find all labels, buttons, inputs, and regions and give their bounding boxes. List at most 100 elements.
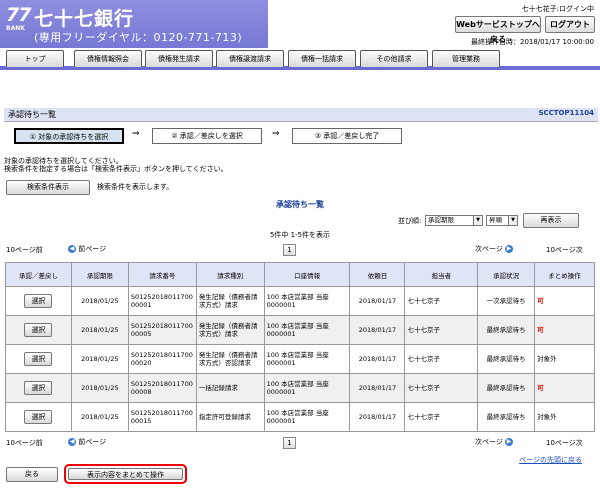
table-row: 選択 2018/01/25 S01252018011700 00008 一括記録… bbox=[5, 373, 595, 403]
col-header: 依頼日 bbox=[349, 262, 406, 287]
main-nav: トップ 債権情報照会 債権発生請求 債権譲渡請求 債権一括請求 その他請求 管理… bbox=[0, 50, 600, 70]
table-row: 選択 2018/01/25 S01252018011700 00001 発生記録… bbox=[5, 286, 595, 316]
web-top-button[interactable]: Webサービストップへ戻る bbox=[455, 16, 541, 44]
page-number-button[interactable]: 1 bbox=[283, 244, 296, 256]
request-type-cell: 発生記録（債務者請求方式）請求 bbox=[195, 315, 265, 345]
col-header: 承認／差戻し bbox=[5, 262, 72, 287]
tab-admin[interactable]: 管理業務 bbox=[432, 50, 500, 67]
request-type-cell: 発生記録（債務者請求方式）請求 bbox=[195, 286, 265, 316]
table-row: 選択 2018/01/25 S01252018011700 00005 発生記録… bbox=[5, 315, 595, 345]
back-button[interactable]: 戻る bbox=[6, 467, 58, 482]
logout-button[interactable]: ログアウト bbox=[545, 16, 595, 33]
select-cell: 選択 bbox=[5, 344, 72, 374]
request-number-cell: S01252018011700 00008 bbox=[127, 373, 197, 403]
next-page-link[interactable]: 次ページ ▶ bbox=[475, 244, 514, 254]
sort-label: 並び順: bbox=[398, 217, 422, 225]
status-cell: 最終承認待ち bbox=[477, 315, 536, 345]
prev-page-link[interactable]: ◀ 前ページ bbox=[68, 244, 106, 254]
deadline-cell: 2018/01/25 bbox=[70, 286, 129, 316]
list-title: 承認待ち一覧 bbox=[276, 200, 324, 209]
batch-cell: 対象外 bbox=[534, 402, 595, 432]
prev-10-pages-link[interactable]: 10ページ前 bbox=[6, 245, 43, 255]
logo-bank-text: BANK bbox=[6, 25, 25, 32]
next-page-link[interactable]: 次ページ ▶ bbox=[475, 437, 514, 447]
request-number-cell: S01252018011700 00001 bbox=[127, 286, 197, 316]
col-header: 請求番号 bbox=[127, 262, 197, 287]
select-button[interactable]: 選択 bbox=[24, 410, 53, 424]
person-cell: 七十七京子 bbox=[404, 286, 479, 316]
sort-field-select[interactable]: 承認期限 ▼ bbox=[425, 215, 483, 226]
account-cell: 100 本店営業部 当座 0000001 bbox=[263, 402, 351, 432]
deadline-cell: 2018/01/25 bbox=[70, 315, 129, 345]
tab-claim-inquiry[interactable]: 債権情報照会 bbox=[74, 50, 142, 67]
select-button[interactable]: 選択 bbox=[24, 294, 53, 308]
col-header: 担当者 bbox=[404, 262, 479, 287]
select-button[interactable]: 選択 bbox=[24, 352, 53, 366]
tab-claim-batch[interactable]: 債権一括請求 bbox=[288, 50, 356, 67]
user-login-status: 七十七花子:ログイン中 bbox=[521, 5, 594, 13]
request-type-cell: 発生記録（債務者請求方式）否認請求 bbox=[195, 344, 265, 374]
deadline-cell: 2018/01/25 bbox=[70, 344, 129, 374]
screen-id: SCCTOP11104 bbox=[538, 109, 594, 117]
instruction-line: 検索条件を指定する場合は「検索条件表示」ボタンを押してください。 bbox=[4, 165, 228, 173]
bank-name: 七十七銀行 bbox=[34, 8, 135, 30]
arrow-left-icon: ◀ bbox=[68, 438, 76, 446]
logo-number: 77 bbox=[6, 4, 31, 26]
step-select-target: ① 対象の承認待ちを選択 bbox=[14, 128, 124, 144]
page-number-button[interactable]: 1 bbox=[283, 437, 296, 449]
redisplay-button[interactable]: 再表示 bbox=[523, 213, 579, 228]
approval-table: 承認／差戻し 承認期限 請求番号 請求種別 口座情報 依頼日 担当者 承認状況 … bbox=[5, 262, 595, 432]
select-cell: 選択 bbox=[5, 402, 72, 432]
bulk-operation-button[interactable]: 表示内容をまとめて操作 bbox=[68, 468, 183, 480]
col-header: 承認期限 bbox=[70, 262, 129, 287]
page-info: 5件中 1-5件を表示 bbox=[269, 231, 331, 239]
request-type-cell: 指定許可登録請求 bbox=[195, 402, 265, 432]
prev-page-label: 前ページ bbox=[78, 438, 107, 446]
arrow-right-icon: ▶ bbox=[505, 245, 514, 253]
tab-claim-issue[interactable]: 債権発生請求 bbox=[145, 50, 213, 67]
select-cell: 選択 bbox=[5, 373, 72, 403]
person-cell: 七十七京子 bbox=[404, 402, 479, 432]
sort-field-value: 承認期限 bbox=[428, 216, 454, 224]
search-condition-button[interactable]: 検索条件表示 bbox=[6, 180, 90, 195]
page-title-bar: 承認待ち一覧 SCCTOP11104 bbox=[4, 108, 598, 122]
free-dial: (専用フリーダイヤル：0120-771-713) bbox=[34, 31, 243, 44]
next-10-pages-link[interactable]: 10ページ次 bbox=[546, 245, 583, 255]
request-date-cell: 2018/01/17 bbox=[349, 402, 406, 432]
tab-other-requests[interactable]: その他請求 bbox=[360, 50, 428, 67]
back-to-top-link[interactable]: ページの先頭に戻る bbox=[519, 455, 582, 465]
col-header: 口座情報 bbox=[263, 262, 351, 287]
batch-cell: 可 bbox=[534, 315, 595, 345]
prev-page-link[interactable]: ◀ 前ページ bbox=[68, 437, 106, 447]
request-date-cell: 2018/01/17 bbox=[349, 315, 406, 345]
request-date-cell: 2018/01/17 bbox=[349, 286, 406, 316]
header: 77 BANK 七十七銀行 (専用フリーダイヤル：0120-771-713) 七… bbox=[0, 0, 600, 52]
search-condition-text: 検索条件を表示します。 bbox=[97, 183, 174, 191]
account-cell: 100 本店営業部 当座 0000001 bbox=[263, 344, 351, 374]
batch-cell: 対象外 bbox=[534, 344, 595, 374]
person-cell: 七十七京子 bbox=[404, 315, 479, 345]
tab-claim-transfer[interactable]: 債権譲渡請求 bbox=[216, 50, 284, 67]
arrow-right-icon: ▶ bbox=[505, 438, 514, 446]
select-button[interactable]: 選択 bbox=[24, 323, 53, 337]
request-number-cell: S01252018011700 00015 bbox=[127, 402, 197, 432]
col-header: まとめ操作 bbox=[534, 262, 595, 287]
prev-10-pages-link[interactable]: 10ページ前 bbox=[6, 438, 43, 448]
table-row: 選択 2018/01/25 S01252018011700 00015 指定許可… bbox=[5, 402, 595, 432]
deadline-cell: 2018/01/25 bbox=[70, 373, 129, 403]
table-row: 選択 2018/01/25 S01252018011700 00020 発生記録… bbox=[5, 344, 595, 374]
person-cell: 七十七京子 bbox=[404, 344, 479, 374]
step-arrow-icon: ⇒ bbox=[132, 129, 140, 139]
request-type-cell: 一括記録請求 bbox=[195, 373, 265, 403]
batch-cell: 可 bbox=[534, 286, 595, 316]
next-10-pages-link[interactable]: 10ページ次 bbox=[546, 438, 583, 448]
tab-top[interactable]: トップ bbox=[6, 50, 64, 67]
page-title: 承認待ち一覧 bbox=[8, 110, 56, 119]
deadline-cell: 2018/01/25 bbox=[70, 402, 129, 432]
next-page-label: 次ページ bbox=[475, 438, 503, 446]
select-button[interactable]: 選択 bbox=[24, 381, 53, 395]
sort-order-select[interactable]: 昇順 ▼ bbox=[486, 215, 518, 226]
bulk-operation-highlight: 表示内容をまとめて操作 bbox=[64, 464, 187, 484]
status-cell: 最終承認待ち bbox=[477, 402, 536, 432]
step-arrow-icon: ⇒ bbox=[272, 129, 280, 139]
